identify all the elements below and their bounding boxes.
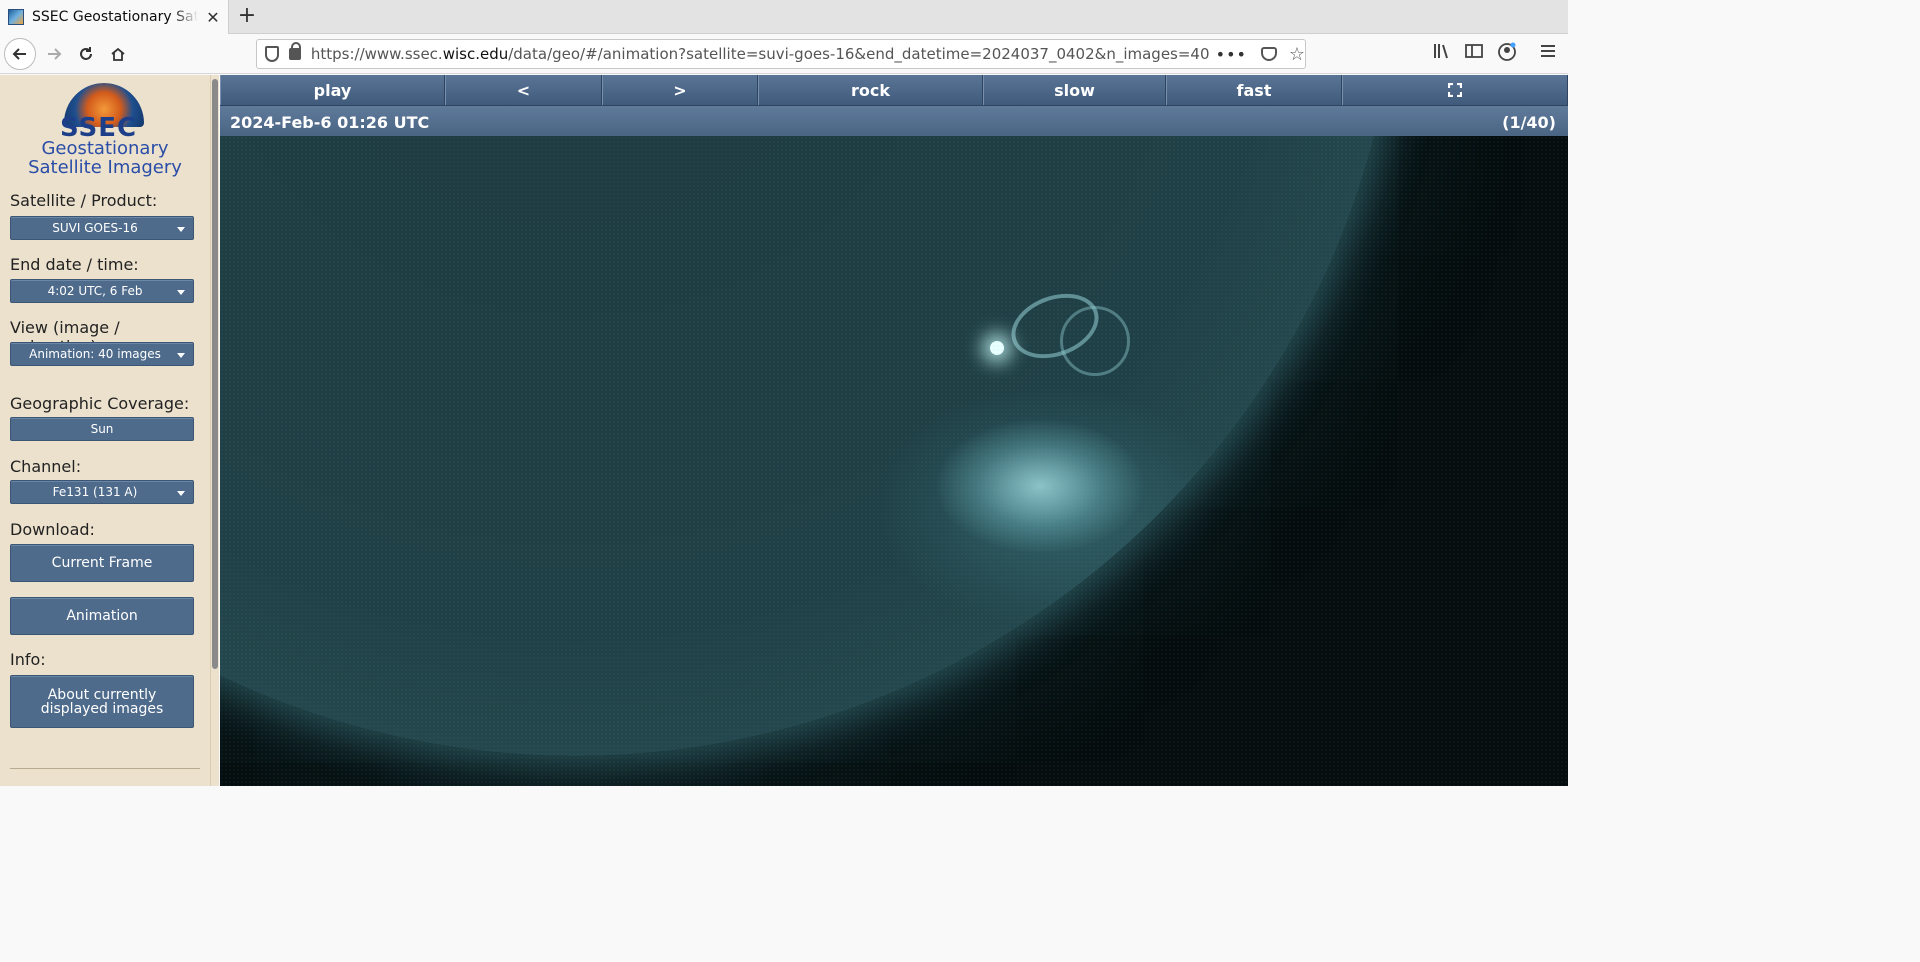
end-datetime-value: 4:02 UTC, 6 Feb <box>47 284 143 298</box>
browser-tab-bar: SSEC Geostationary Satellite Imagery ✕ + <box>0 0 1568 34</box>
browser-tab[interactable]: SSEC Geostationary Satellite Imagery ✕ <box>0 0 229 34</box>
new-tab-button[interactable]: + <box>236 4 258 28</box>
chevron-down-icon <box>177 227 185 232</box>
fullscreen-button[interactable] <box>1342 75 1568 105</box>
frame-info-bar: 2024-Feb-6 01:26 UTC (1/40) <box>220 105 1568 136</box>
library-icon[interactable] <box>1430 42 1454 66</box>
sidebar-scrollbar-thumb[interactable] <box>212 79 218 669</box>
sidebar-scrollbar[interactable] <box>210 75 219 786</box>
lock-icon[interactable] <box>288 42 301 60</box>
back-arrow-icon <box>12 48 26 60</box>
play-button[interactable]: play <box>220 75 445 105</box>
fullscreen-icon <box>1448 83 1462 97</box>
channel-select[interactable]: Fe131 (131 A) <box>10 480 194 504</box>
satellite-image-viewer[interactable] <box>220 136 1568 786</box>
coverage-select-value: Sun <box>90 422 114 436</box>
satellite-label: Satellite / Product: <box>10 191 158 210</box>
end-datetime-label: End date / time: <box>10 255 139 274</box>
coverage-select[interactable]: Sun <box>10 417 194 441</box>
forward-button[interactable] <box>38 38 70 70</box>
sidebar-divider <box>10 768 200 769</box>
pocket-icon[interactable] <box>1260 47 1277 61</box>
chevron-down-icon <box>177 353 185 358</box>
image-noise-texture <box>220 136 1568 786</box>
animation-controls: play < > rock slow fast <box>220 75 1568 105</box>
fast-button[interactable]: fast <box>1166 75 1342 105</box>
url-prefix: https://www.ssec. <box>310 45 443 63</box>
site-favicon-icon <box>8 9 24 25</box>
back-button[interactable] <box>4 38 36 70</box>
rock-button[interactable]: rock <box>758 75 983 105</box>
satellite-select[interactable]: SUVI GOES-16 <box>10 216 194 240</box>
forward-arrow-icon <box>48 48 62 60</box>
satellite-select-value: SUVI GOES-16 <box>52 221 138 235</box>
view-select-value: Animation: 40 images <box>29 347 161 361</box>
bookmark-star-icon[interactable]: ☆ <box>1289 44 1305 65</box>
sidebar: SSEC Geostationary Satellite Imagery Sat… <box>0 75 210 786</box>
frame-timestamp: 2024-Feb-6 01:26 UTC <box>230 113 430 132</box>
download-animation-button[interactable]: Animation <box>10 597 194 635</box>
frame-counter: (1/40) <box>1502 113 1556 132</box>
reload-icon <box>80 47 92 60</box>
brand-line-1: Geostationary <box>41 138 169 159</box>
url-text[interactable]: https://www.ssec.wisc.edu/data/geo/#/ani… <box>311 45 1210 63</box>
url-domain: wisc.edu <box>442 45 509 63</box>
end-datetime-select[interactable]: 4:02 UTC, 6 Feb <box>10 279 194 303</box>
chevron-down-icon <box>177 290 185 295</box>
ssec-logo: SSEC <box>58 81 148 143</box>
channel-select-value: Fe131 (131 A) <box>52 485 138 499</box>
view-select[interactable]: Animation: 40 images <box>10 342 194 366</box>
url-path: /data/geo/#/animation?satellite=suvi-goe… <box>508 45 1210 63</box>
channel-label: Channel: <box>10 457 82 476</box>
reload-button[interactable] <box>70 38 102 70</box>
previous-frame-button[interactable]: < <box>445 75 602 105</box>
tab-title: SSEC Geostationary Satellite Imagery <box>32 9 198 25</box>
home-icon <box>111 47 125 61</box>
browser-nav-bar: https://www.ssec.wisc.edu/data/geo/#/ani… <box>0 34 1568 74</box>
brand-line-2: Satellite Imagery <box>28 157 182 178</box>
account-icon[interactable] <box>1495 42 1519 66</box>
close-tab-icon[interactable]: ✕ <box>204 8 222 27</box>
info-label: Info: <box>10 650 46 669</box>
about-images-button[interactable]: About currently displayed images <box>10 675 194 728</box>
download-current-frame-button[interactable]: Current Frame <box>10 544 194 582</box>
tracking-shield-icon[interactable] <box>265 46 279 62</box>
slow-button[interactable]: slow <box>983 75 1166 105</box>
menu-icon[interactable] <box>1536 42 1560 66</box>
home-button[interactable] <box>102 38 134 70</box>
sidebar-toggle-icon[interactable] <box>1462 42 1486 66</box>
download-label: Download: <box>10 520 95 539</box>
page-actions-icon[interactable]: ••• <box>1216 45 1247 64</box>
coverage-label: Geographic Coverage: <box>10 394 190 413</box>
chevron-down-icon <box>177 491 185 496</box>
next-frame-button[interactable]: > <box>602 75 758 105</box>
address-bar[interactable]: https://www.ssec.wisc.edu/data/geo/#/ani… <box>256 39 1306 69</box>
